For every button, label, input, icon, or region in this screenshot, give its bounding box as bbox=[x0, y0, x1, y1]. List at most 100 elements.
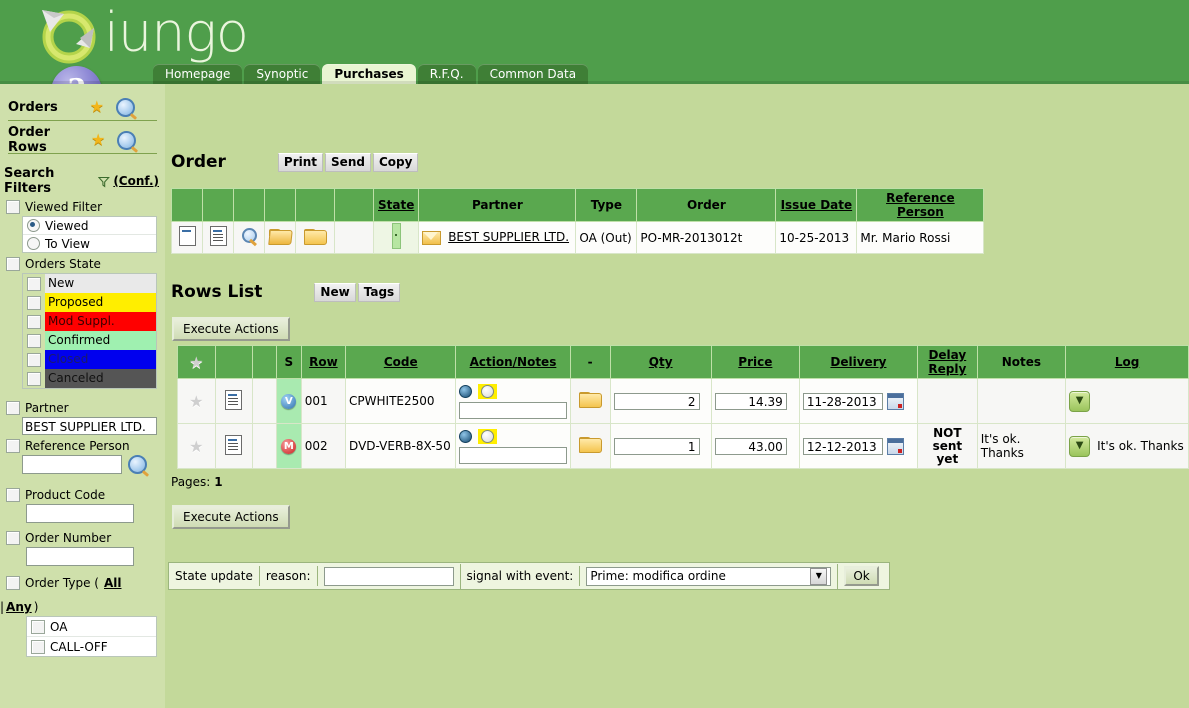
orders-state-option-confirmed[interactable]: Confirmed bbox=[23, 331, 156, 350]
star-icon[interactable]: ★ bbox=[91, 132, 105, 148]
radio-icon[interactable] bbox=[27, 219, 40, 232]
rows-button-new[interactable]: New bbox=[314, 282, 356, 302]
rows-col-row[interactable]: Row bbox=[300, 345, 347, 379]
order-col-issue-date[interactable]: Issue Date bbox=[775, 188, 858, 222]
orders-state-option-new[interactable]: New bbox=[23, 274, 156, 293]
row-qty-input[interactable]: 2 bbox=[613, 392, 700, 410]
order-type-option-oa[interactable]: OA bbox=[27, 617, 156, 637]
radio-icon[interactable] bbox=[459, 429, 473, 443]
row-note-input[interactable] bbox=[459, 401, 567, 419]
checkbox-icon[interactable] bbox=[31, 619, 45, 634]
order-row-archive-button[interactable] bbox=[295, 221, 335, 254]
tab-r-f-q[interactable]: R.F.Q. bbox=[417, 64, 476, 84]
checkbox-viewed-filter[interactable] bbox=[6, 200, 20, 214]
execute-actions-bottom-button[interactable]: Execute Actions bbox=[172, 505, 290, 529]
row-action-notes[interactable] bbox=[455, 423, 571, 469]
rows-col-code[interactable]: Code bbox=[345, 345, 457, 379]
main-navigation-tabs[interactable]: Homepage Synoptic Purchases R.F.Q. Common Da… bbox=[153, 64, 590, 84]
search-filters-conf-link[interactable]: (Conf.) bbox=[113, 174, 159, 188]
checkbox-icon[interactable] bbox=[31, 639, 45, 654]
row-status-badge[interactable]: V bbox=[275, 378, 302, 424]
order-action-buttons[interactable]: Print Send Copy bbox=[277, 152, 419, 172]
calendar-icon[interactable] bbox=[886, 392, 904, 410]
checkbox-product-code[interactable] bbox=[6, 488, 20, 502]
filter-order-type[interactable]: Order Type ( All | Any ) bbox=[0, 576, 161, 614]
row-status-badge[interactable]: M bbox=[275, 423, 302, 469]
filter-orders-state[interactable]: Orders State bbox=[6, 257, 165, 271]
checkbox-icon[interactable] bbox=[27, 371, 41, 386]
chevron-down-icon[interactable]: ▼ bbox=[1069, 390, 1091, 412]
order-button-print[interactable]: Print bbox=[277, 152, 324, 172]
order-button-send[interactable]: Send bbox=[325, 152, 371, 172]
rows-col-delivery[interactable]: Delivery bbox=[798, 345, 918, 379]
chevron-down-icon[interactable]: ▼ bbox=[810, 567, 828, 585]
radio-option-to-view[interactable]: To View bbox=[23, 235, 156, 252]
order-row-partner-label[interactable]: BEST SUPPLIER LTD. bbox=[448, 230, 569, 244]
filter-reference-person[interactable]: Reference Person bbox=[6, 439, 165, 453]
checkbox-order-number[interactable] bbox=[6, 531, 20, 545]
tab-synoptic[interactable]: Synoptic bbox=[244, 64, 321, 84]
orders-state-option-proposed[interactable]: Proposed bbox=[23, 293, 156, 312]
rows-col-s[interactable]: S bbox=[275, 345, 302, 379]
orders-state-option-closed[interactable]: Closed bbox=[23, 350, 156, 369]
row-doc-button[interactable] bbox=[214, 423, 254, 469]
row-action-notes[interactable] bbox=[455, 378, 571, 424]
partner-input[interactable]: BEST SUPPLIER LTD. bbox=[22, 417, 157, 435]
chevron-down-icon[interactable]: ▼ bbox=[1069, 435, 1091, 457]
rows-button-tags[interactable]: Tags bbox=[357, 282, 401, 302]
order-row-state[interactable] bbox=[372, 221, 420, 254]
order-row-search-button[interactable] bbox=[233, 221, 265, 254]
radio-icon[interactable] bbox=[27, 237, 40, 250]
row-folder-button[interactable] bbox=[569, 378, 611, 424]
tab-purchases[interactable]: Purchases bbox=[322, 64, 416, 84]
signal-event-select[interactable]: Prime: modifica ordine ▼ bbox=[586, 566, 832, 586]
radio-icon[interactable] bbox=[481, 384, 495, 398]
tab-homepage[interactable]: Homepage bbox=[153, 64, 243, 84]
rows-col-price[interactable]: Price bbox=[710, 345, 800, 379]
star-icon[interactable]: ★ bbox=[90, 99, 104, 115]
row-folder-button[interactable] bbox=[569, 423, 611, 469]
row-star-button[interactable]: ★ bbox=[177, 378, 216, 424]
row-price-input[interactable]: 14.39 bbox=[714, 392, 787, 410]
radio-highlight[interactable] bbox=[478, 428, 498, 444]
checkbox-reference-person[interactable] bbox=[6, 439, 20, 453]
filter-order-number[interactable]: Order Number bbox=[6, 531, 165, 545]
calendar-icon[interactable] bbox=[886, 437, 904, 455]
tab-common-data[interactable]: Common Data bbox=[477, 64, 589, 84]
order-col-partner[interactable]: Partner bbox=[418, 188, 577, 222]
row-star-button[interactable]: ★ bbox=[177, 423, 216, 469]
execute-actions-top-button[interactable]: Execute Actions bbox=[172, 317, 290, 341]
checkbox-partner[interactable] bbox=[6, 401, 20, 415]
row-qty-input[interactable]: 1 bbox=[613, 437, 700, 455]
filter-viewed[interactable]: Viewed Filter bbox=[6, 200, 165, 214]
row-doc-button[interactable] bbox=[214, 378, 254, 424]
filter-partner[interactable]: Partner bbox=[6, 401, 165, 415]
checkbox-icon[interactable] bbox=[27, 333, 41, 348]
row-delivery-input[interactable]: 12-12-2013 bbox=[802, 437, 883, 455]
rows-col-log[interactable]: Log bbox=[1065, 345, 1189, 379]
checkbox-icon[interactable] bbox=[27, 295, 41, 310]
order-col-order[interactable]: Order bbox=[636, 188, 777, 222]
order-row-doc-button[interactable] bbox=[171, 221, 203, 254]
order-type-any-link[interactable]: Any bbox=[6, 600, 32, 614]
order-col-reference-person[interactable]: Reference Person bbox=[856, 188, 985, 222]
orders-state-option-mod-suppl[interactable]: Mod Suppl. bbox=[23, 312, 156, 331]
radio-icon[interactable] bbox=[459, 384, 473, 398]
radio-icon[interactable] bbox=[481, 429, 495, 443]
ok-button[interactable]: Ok bbox=[844, 566, 879, 586]
rows-col-action-notes[interactable]: Action/Notes bbox=[455, 345, 571, 379]
search-icon[interactable] bbox=[128, 455, 147, 474]
row-delivery-input[interactable]: 11-28-2013 bbox=[802, 392, 883, 410]
rows-col-star[interactable]: ★ bbox=[177, 345, 216, 379]
sidebar-item-orders[interactable]: Orders ★ bbox=[8, 94, 157, 121]
order-row-folder-button[interactable] bbox=[264, 221, 296, 254]
radio-highlight[interactable] bbox=[478, 383, 498, 399]
rows-col-delay-reply[interactable]: Delay Reply bbox=[916, 345, 978, 379]
row-price-input[interactable]: 43.00 bbox=[714, 437, 787, 455]
search-icon[interactable] bbox=[116, 97, 135, 117]
reason-input[interactable] bbox=[323, 566, 454, 586]
rows-col-qty[interactable]: Qty bbox=[609, 345, 712, 379]
search-icon[interactable] bbox=[116, 130, 136, 150]
order-button-copy[interactable]: Copy bbox=[372, 152, 419, 172]
order-row-detail-button[interactable] bbox=[202, 221, 234, 254]
